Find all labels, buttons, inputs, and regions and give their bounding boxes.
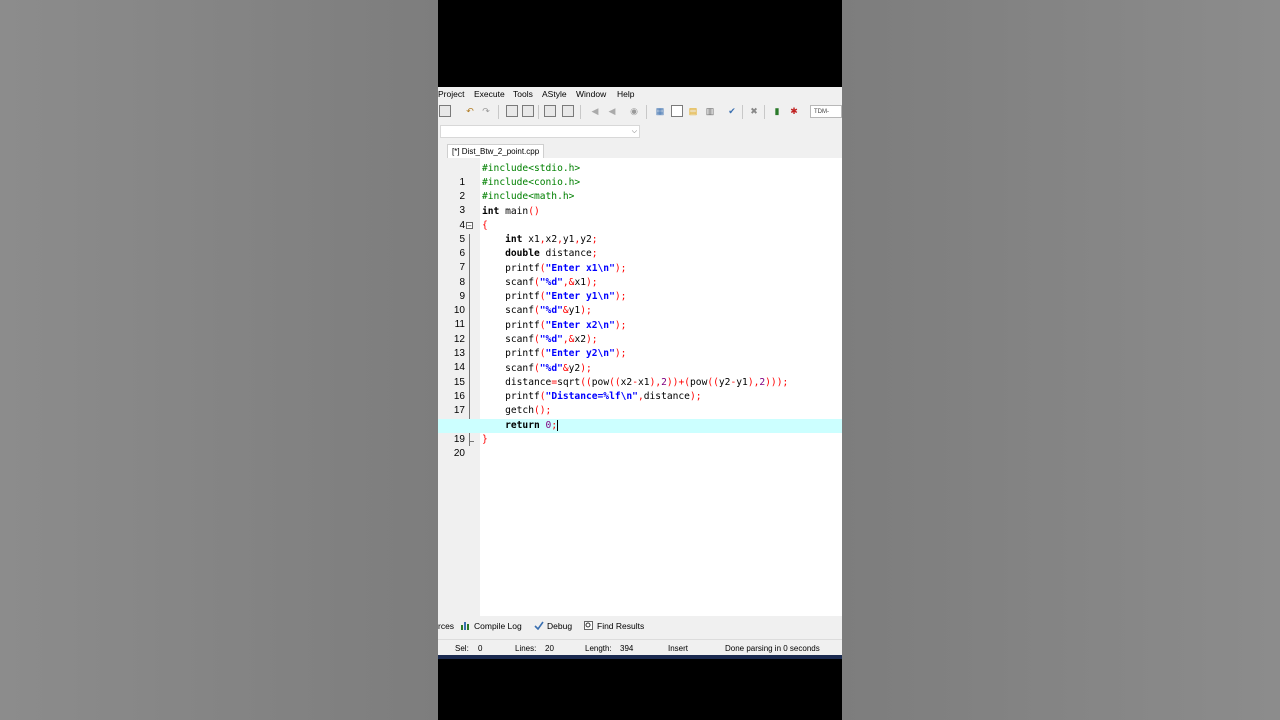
compile-run-icon[interactable]: ▤ xyxy=(687,105,699,117)
menu-execute[interactable]: Execute xyxy=(474,89,505,99)
compiler-select[interactable]: TDM-GCC xyxy=(810,105,842,118)
status-lines-value: 20 xyxy=(545,644,554,653)
fold-toggle-icon[interactable]: − xyxy=(466,222,473,230)
code-line: 20 } xyxy=(453,433,488,459)
code-line: 7 double distance; xyxy=(459,248,598,273)
tab-dist-btw-2-point[interactable]: [*] Dist_Btw_2_point.cpp xyxy=(447,144,545,159)
syntax-check-icon[interactable]: ✔ xyxy=(726,105,738,117)
code-line: 5 − { xyxy=(459,220,488,245)
code-line: 2 #include<conio.h> xyxy=(459,177,581,202)
code-line: 14 printf("Enter y2\n"); xyxy=(453,348,627,373)
status-message: Done parsing in 0 seconds xyxy=(725,644,820,653)
toggle-comment-icon[interactable]: ◉ xyxy=(628,105,640,117)
scope-bar: ⌵ xyxy=(438,124,842,140)
debug-icon[interactable]: ✱ xyxy=(788,105,800,117)
find-results-icon xyxy=(584,621,594,630)
unindent-icon[interactable]: ◀ xyxy=(606,105,618,117)
replace-icon[interactable] xyxy=(522,105,534,117)
code-line: 15 scanf("%d"&y2); xyxy=(453,363,592,388)
chart-bars-icon xyxy=(461,621,471,630)
text-caret xyxy=(557,419,559,431)
fold-end-marker xyxy=(469,433,474,442)
run-icon[interactable] xyxy=(671,105,683,117)
goto-line-icon[interactable] xyxy=(544,105,556,117)
code-line: 4 int main() xyxy=(459,206,540,231)
find-icon[interactable] xyxy=(506,105,518,117)
close-file-icon[interactable]: ✖ xyxy=(748,105,760,117)
undo-icon[interactable]: ↶ xyxy=(464,105,476,117)
code-line: 12 printf("Enter x2\n"); xyxy=(453,320,627,345)
code-line: 13 scanf("%d",&x2); xyxy=(453,334,598,359)
status-length-value: 394 xyxy=(620,644,634,653)
tab-debug[interactable]: Debug xyxy=(534,621,572,631)
code-line-active: 19 return 0; xyxy=(438,419,842,445)
menu-project[interactable]: Project xyxy=(438,89,464,99)
tab-find-results[interactable]: Find Results xyxy=(584,621,644,631)
code-line: 17 printf("Distance=%lf\n",distance); xyxy=(453,391,702,416)
toolbar: ↶ ↷ ◀ ◀ ◉ ▦ ▤ ▥ ✔ ✖ ▮ ✱ TDM-GCC xyxy=(438,102,842,122)
code-editor[interactable]: 1 #include<stdio.h> 2 #include<conio.h> … xyxy=(438,158,842,616)
redo-icon[interactable]: ↷ xyxy=(480,105,492,117)
status-bar: Sel: 0 Lines: 20 Length: 394 Insert Done… xyxy=(438,639,842,655)
menu-bar: Project Execute Tools AStyle Window Help xyxy=(438,87,842,102)
status-sel-label: Sel: xyxy=(455,644,469,653)
tab-compile-log[interactable]: Compile Log xyxy=(461,621,522,631)
video-frame: Project Execute Tools AStyle Window Help… xyxy=(438,0,842,720)
blurred-background-left xyxy=(0,0,438,720)
editor-tabs: [*] Dist_Btw_2_point.cpp xyxy=(438,141,842,159)
code-line: 1 #include<stdio.h> xyxy=(459,163,581,188)
menu-window[interactable]: Window xyxy=(576,89,606,99)
chart-icon[interactable]: ▮ xyxy=(771,105,783,117)
status-sel-value: 0 xyxy=(478,644,483,653)
menu-astyle[interactable]: AStyle xyxy=(542,89,567,99)
code-line: 8 printf("Enter x1\n"); xyxy=(459,263,627,288)
status-mode: Insert xyxy=(668,644,689,653)
print-icon[interactable] xyxy=(439,105,451,117)
rebuild-icon[interactable]: ▥ xyxy=(704,105,716,117)
code-line: 9 scanf("%d",&x1); xyxy=(459,277,598,302)
code-line: 3 #include<math.h> xyxy=(459,191,575,216)
tab-resources[interactable]: rces xyxy=(438,621,454,631)
status-lines-label: Lines: xyxy=(515,644,537,653)
code-line: 18 getch(); xyxy=(454,405,552,430)
code-line: 11 scanf("%d"&y1); xyxy=(454,305,592,330)
code-line: 16 distance=sqrt((pow((x2-x1),2))+(pow((… xyxy=(453,377,789,402)
status-length-label: Length: xyxy=(585,644,612,653)
ide-window: Project Execute Tools AStyle Window Help… xyxy=(438,87,842,658)
check-icon xyxy=(534,621,544,631)
bookmark-icon[interactable] xyxy=(562,105,574,117)
bottom-panel-tabs: rces Compile Log Debug Find Results xyxy=(438,618,842,634)
blurred-background-right xyxy=(842,0,1280,720)
chevron-down-icon: ⌵ xyxy=(631,128,637,135)
code-line: 10 printf("Enter y1\n"); xyxy=(453,291,627,316)
code-line: 6 int x1,x2,y1,y2; xyxy=(459,234,598,259)
compile-icon[interactable]: ▦ xyxy=(654,105,666,117)
indent-icon[interactable]: ◀ xyxy=(589,105,601,117)
window-bottom-edge xyxy=(438,655,842,659)
scope-dropdown[interactable]: ⌵ xyxy=(440,125,640,138)
menu-tools[interactable]: Tools xyxy=(513,89,533,99)
menu-help[interactable]: Help xyxy=(617,89,634,99)
